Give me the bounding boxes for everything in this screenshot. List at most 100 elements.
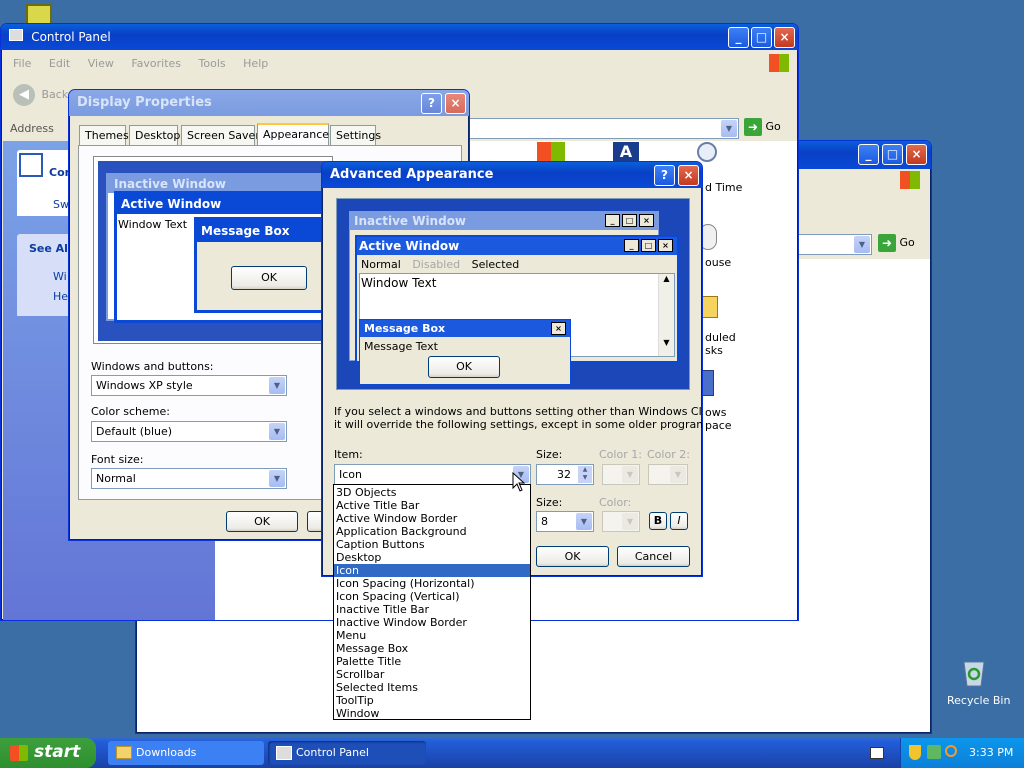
dropdown-item[interactable]: Caption Buttons (334, 538, 530, 551)
mini-close-icon: × (551, 322, 566, 335)
item-combo[interactable]: Icon ▼ (334, 464, 531, 485)
control-panel-big-icon (19, 153, 43, 177)
tab-appearance[interactable]: Appearance (257, 123, 329, 145)
item-dropdown-list[interactable]: 3D Objects Active Title Bar Active Window … (333, 484, 531, 720)
go-button[interactable]: ➜ Go (878, 234, 928, 254)
dropdown-item[interactable]: Icon Spacing (Horizontal) (334, 577, 530, 590)
dropdown-item[interactable]: Inactive Title Bar (334, 603, 530, 616)
help-button[interactable]: ? (421, 93, 442, 114)
back-arrow-icon: ◀ (13, 84, 35, 106)
dropdown-item[interactable]: Selected Items (334, 681, 530, 694)
minimize-button[interactable]: _ (728, 27, 749, 48)
taskbar: start Downloads Control Panel 3:33 PM (0, 738, 1024, 768)
color1-label: Color 1: (599, 448, 642, 461)
tab-settings[interactable]: Settings (330, 125, 381, 145)
dropdown-item[interactable]: Scrollbar (334, 668, 530, 681)
recycle-bin-label: Recycle Bin (947, 694, 1011, 707)
icon-label-windows[interactable]: ows (705, 406, 726, 419)
font-color-picker[interactable]: ▼ (602, 511, 640, 532)
close-button[interactable]: × (906, 144, 927, 165)
icon-label-cardspace[interactable]: pace (705, 419, 732, 432)
task-control-panel[interactable]: Control Panel (268, 741, 426, 765)
address-combo[interactable]: ▼ (467, 118, 739, 139)
system-tray: 3:33 PM (900, 738, 1024, 768)
italic-button[interactable]: I (670, 512, 688, 530)
close-button[interactable]: × (445, 93, 466, 114)
preview-ok-button: OK (231, 266, 307, 290)
dropdown-item[interactable]: Window (334, 707, 530, 720)
close-button[interactable]: × (774, 27, 795, 48)
preview-message-box-title: Message Box (197, 220, 341, 242)
help-button[interactable]: ? (654, 165, 675, 186)
font-color-label: Color: (599, 496, 632, 509)
recycle-bin-icon[interactable] (958, 656, 990, 688)
size-spinner[interactable]: 32 ▲ ▼ (536, 464, 594, 485)
appearance-preview: Inactive Window Active Window Window Tex… (93, 156, 354, 344)
info-text-line2: it will override the following settings,… (334, 418, 703, 431)
see-also-link-windows[interactable]: Wi (53, 270, 67, 283)
menu-help[interactable]: Help (243, 57, 268, 70)
menu-view[interactable]: View (88, 57, 114, 70)
task-downloads[interactable]: Downloads (108, 741, 264, 765)
color2-picker[interactable]: ▼ (648, 464, 688, 485)
dropdown-item[interactable]: Inactive Window Border (334, 616, 530, 629)
menu-bar: File Edit View Favorites Tools Help (13, 57, 713, 73)
dropdown-item[interactable]: Desktop (334, 551, 530, 564)
ok-button[interactable]: OK (536, 546, 609, 567)
dropdown-item[interactable]: Icon (334, 564, 530, 577)
dropdown-item[interactable]: 3D Objects (334, 486, 530, 499)
maximize-button[interactable]: □ (882, 144, 903, 165)
icon-label-date-time[interactable]: d Time (705, 181, 742, 194)
close-button[interactable]: × (678, 165, 699, 186)
title-bar[interactable]: Advanced Appearance (322, 162, 702, 188)
title-bar[interactable]: Display Properties (69, 90, 469, 116)
title-bar[interactable]: Control Panel (1, 24, 798, 50)
tab-desktop[interactable]: Desktop (129, 125, 180, 145)
dropdown-item[interactable]: Active Title Bar (334, 499, 530, 512)
menu-edit[interactable]: Edit (49, 57, 70, 70)
search-icon[interactable] (945, 745, 957, 757)
clock-icon[interactable] (697, 142, 717, 162)
ok-button[interactable]: OK (226, 511, 298, 532)
maximize-button[interactable]: □ (751, 27, 772, 48)
font-size-combo[interactable]: Normal ▼ (91, 468, 287, 489)
clock[interactable]: 3:33 PM (969, 746, 1013, 759)
windows-buttons-combo[interactable]: Windows XP style ▼ (91, 375, 287, 396)
keyboard-icon[interactable] (870, 747, 884, 759)
tab-themes[interactable]: Themes (79, 125, 129, 145)
dropdown-item[interactable]: Active Window Border (334, 512, 530, 525)
dropdown-item[interactable]: Menu (334, 629, 530, 642)
minimize-button[interactable]: _ (858, 144, 879, 165)
see-also-link-help[interactable]: He (53, 290, 68, 303)
back-button[interactable]: ◀ Back (13, 84, 73, 108)
preview-ok-button: OK (428, 356, 500, 378)
spin-arrows-icon[interactable]: ▲ ▼ (578, 466, 592, 483)
preview-message-box-title: Message Box (364, 322, 446, 335)
preview-menu-disabled: Disabled (412, 258, 461, 271)
start-button[interactable]: start (0, 738, 96, 768)
security-shield-icon[interactable] (909, 745, 921, 760)
network-icon[interactable] (927, 745, 941, 759)
go-button[interactable]: ➜ Go (744, 118, 794, 138)
dropdown-item[interactable]: Message Box (334, 642, 530, 655)
cancel-button[interactable]: Cancel (617, 546, 690, 567)
font-size-combo[interactable]: 8 ▼ (536, 511, 594, 532)
tab-screen-saver[interactable]: Screen Saver (181, 125, 260, 145)
icon-label-tasks[interactable]: sks (705, 344, 723, 357)
icon-label-mouse[interactable]: ouse (705, 256, 731, 269)
icon-label-scheduled[interactable]: duled (705, 331, 736, 344)
color-scheme-combo[interactable]: Default (blue) ▼ (91, 421, 287, 442)
menu-tools[interactable]: Tools (199, 57, 226, 70)
advanced-preview: Inactive Window _ □ × Active Window _ □ × No… (336, 198, 690, 390)
go-arrow-icon: ➜ (878, 234, 896, 252)
dropdown-item[interactable]: ToolTip (334, 694, 530, 707)
menu-favorites[interactable]: Favorites (131, 57, 181, 70)
color-scheme-label: Color scheme: (91, 405, 170, 418)
dropdown-item[interactable]: Icon Spacing (Vertical) (334, 590, 530, 603)
menu-file[interactable]: File (13, 57, 31, 70)
bold-button[interactable]: B (649, 512, 667, 530)
sidebar-switch-link[interactable]: Sw (53, 198, 69, 211)
dropdown-item[interactable]: Application Background (334, 525, 530, 538)
dropdown-item[interactable]: Palette Title (334, 655, 530, 668)
color1-picker[interactable]: ▼ (602, 464, 640, 485)
